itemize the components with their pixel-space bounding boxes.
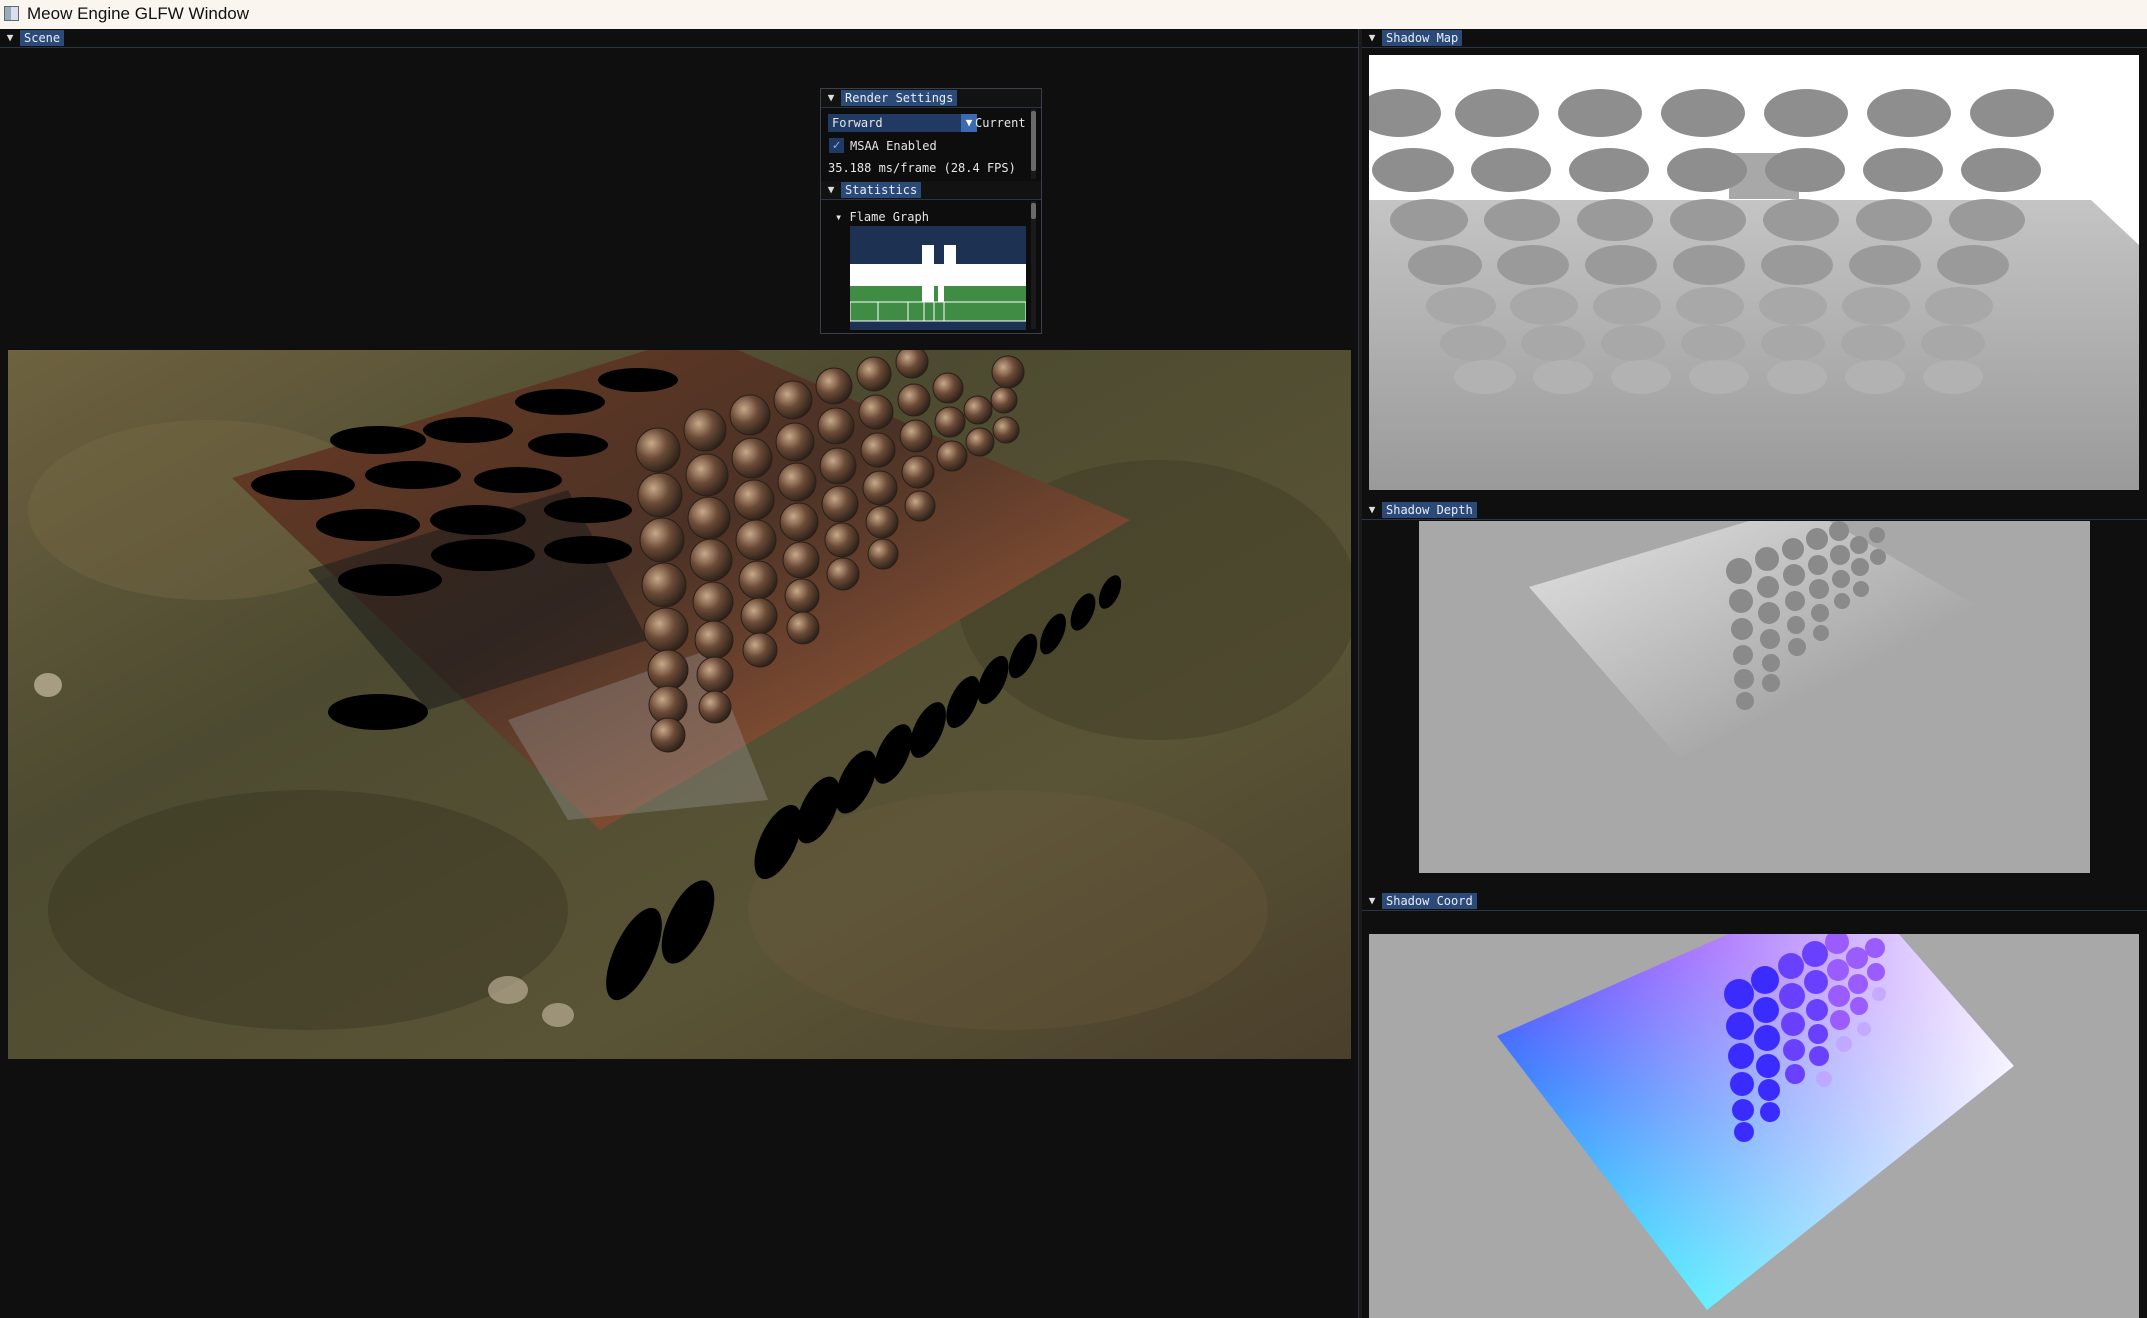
window-title: Meow Engine GLFW Window (27, 4, 250, 23)
statistics-header[interactable]: ▼ Statistics (821, 181, 1041, 200)
scene-panel-header: ▼ Scene (0, 29, 1358, 48)
render-settings-header[interactable]: ▼ Render Settings (821, 89, 1041, 108)
collapse-arrow-icon[interactable]: ▼ (4, 30, 16, 46)
statistics-title[interactable]: Statistics (841, 182, 922, 198)
collapse-arrow-icon[interactable]: ▼ (1366, 30, 1378, 46)
shadow-depth-view[interactable] (1419, 521, 2090, 873)
render-mode-label: Current (975, 116, 1026, 130)
flame-graph[interactable] (850, 226, 1026, 330)
shadow-depth-header: ▼ Shadow Depth (1362, 501, 2147, 520)
window-titlebar[interactable]: Meow Engine GLFW Window (0, 0, 2147, 30)
collapse-arrow-icon[interactable]: ▼ (1366, 893, 1378, 909)
msaa-checkbox[interactable]: ✓ (829, 138, 844, 153)
tree-arrow-icon: ▾ (835, 210, 850, 224)
render-mode-value: Forward (832, 116, 883, 130)
scene-panel-title[interactable]: Scene (20, 30, 65, 46)
settings-scrollbar[interactable] (1031, 109, 1036, 179)
flame-graph-chart (850, 245, 1026, 322)
frame-time-text: 35.188 ms/frame (28.4 FPS) (828, 161, 1016, 175)
shadow-coord-title[interactable]: Shadow Coord (1382, 893, 1477, 909)
shadow-map-view[interactable] (1369, 55, 2139, 490)
scene-panel: ▼ Scene (0, 29, 1358, 1318)
shadow-depth-panel: ▼ Shadow Depth (1362, 501, 2147, 887)
shadow-map-title[interactable]: Shadow Map (1382, 30, 1463, 46)
shadow-map-header: ▼ Shadow Map (1362, 29, 2147, 48)
collapse-arrow-icon[interactable]: ▼ (825, 90, 837, 106)
shadow-coord-header: ▼ Shadow Coord (1362, 892, 2147, 911)
collapse-arrow-icon[interactable]: ▼ (1366, 502, 1378, 518)
shadow-map-panel: ▼ Shadow Map (1362, 29, 2147, 495)
collapse-arrow-icon[interactable]: ▼ (825, 182, 837, 198)
flame-graph-label: Flame Graph (849, 210, 929, 224)
statistics-scrollbar[interactable] (1031, 201, 1036, 329)
shadow-depth-title[interactable]: Shadow Depth (1382, 502, 1477, 518)
render-settings-window[interactable]: ▼ Render Settings Forward ▼ Current ✓ MS… (820, 88, 1042, 334)
scene-viewport[interactable] (8, 350, 1351, 1059)
render-settings-title[interactable]: Render Settings (841, 90, 958, 106)
shadow-coord-panel: ▼ Shadow Coord (1362, 892, 2147, 1318)
checkmark-icon: ✓ (832, 138, 841, 153)
app-window-icon (4, 6, 19, 21)
shadow-coord-view[interactable] (1369, 934, 2139, 1318)
msaa-label: MSAA Enabled (850, 139, 937, 153)
flame-graph-tree-node[interactable]: ▾ Flame Graph (835, 208, 929, 226)
render-mode-combo[interactable]: Forward ▼ (828, 114, 977, 132)
